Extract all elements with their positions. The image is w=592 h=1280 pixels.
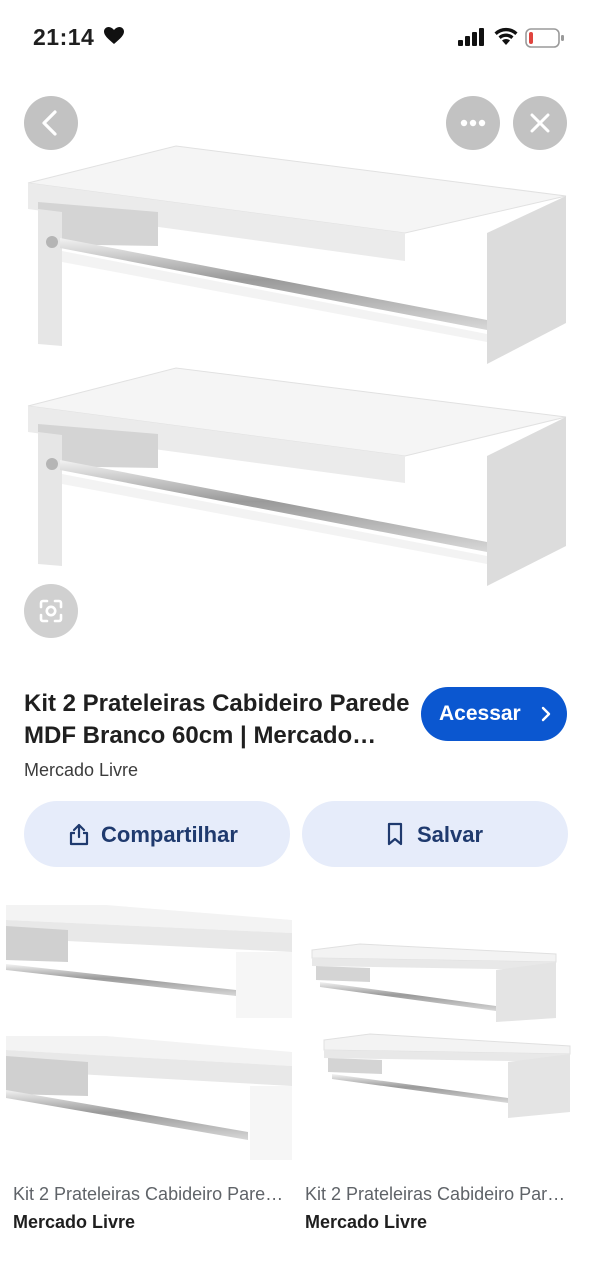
share-button[interactable]: Compartilhar <box>24 801 290 867</box>
bookmark-icon <box>387 822 403 846</box>
lens-button[interactable] <box>24 584 78 638</box>
related-title-1: Kit 2 Prateleiras Cabideiro Parede MDF B… <box>13 1184 285 1204</box>
close-button[interactable] <box>513 96 567 150</box>
product-image-illustration <box>27 145 567 586</box>
heart-icon <box>104 27 124 44</box>
related-source-2: Mercado Livre <box>305 1212 428 1232</box>
signal-icon <box>458 28 484 46</box>
related-title-2: Kit 2 Prateleiras Cabideiro Parede MDF B… <box>305 1184 575 1204</box>
related-source-1: Mercado Livre <box>13 1212 136 1232</box>
back-button[interactable] <box>24 96 78 150</box>
save-label: Salvar <box>417 822 484 847</box>
back-icon <box>42 110 57 136</box>
battery-icon <box>525 28 564 48</box>
share-icon <box>69 823 89 846</box>
status-time: 21:14 <box>33 24 95 50</box>
status-bar: 21:14 <box>0 0 592 76</box>
wifi-icon <box>494 27 518 45</box>
product-title: Kit 2 Prateleiras Cabideiro Parede MDF B… <box>24 690 410 749</box>
save-button[interactable]: Salvar <box>302 801 568 867</box>
more-icon <box>460 119 486 127</box>
visit-button-label: Acessar <box>439 702 521 725</box>
share-label: Compartilhar <box>101 822 238 847</box>
lens-icon <box>39 599 63 623</box>
close-icon <box>530 113 550 133</box>
more-button[interactable] <box>446 96 500 150</box>
related-card-1[interactable] <box>6 890 296 1170</box>
visit-button[interactable]: Acessar <box>421 687 567 741</box>
product-image[interactable] <box>0 76 592 666</box>
chevron-right-icon <box>541 706 551 722</box>
product-source: Mercado Livre <box>24 760 139 780</box>
related-image <box>6 905 292 1160</box>
related-card-2[interactable] <box>300 890 590 1170</box>
related-image <box>311 943 571 1118</box>
